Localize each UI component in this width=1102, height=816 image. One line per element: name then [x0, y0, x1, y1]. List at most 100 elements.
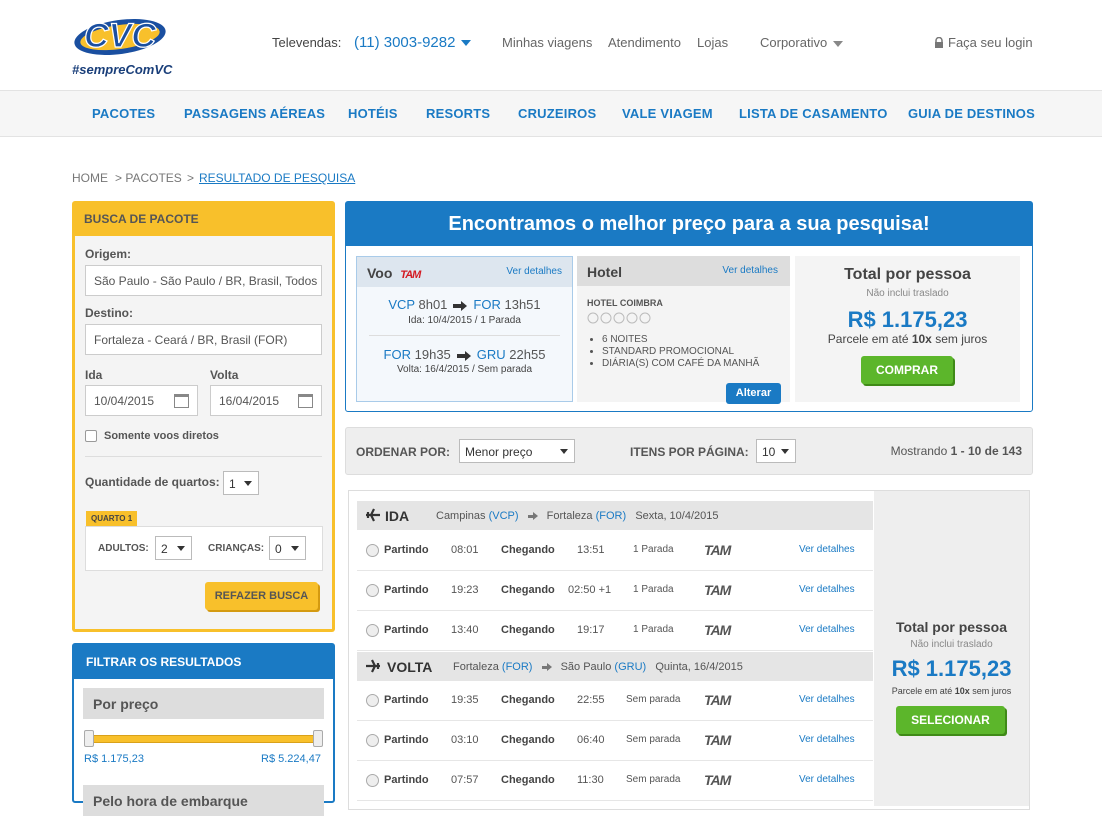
login-link[interactable]: Faça seu login	[934, 35, 1033, 50]
volta-to-code: (GRU)	[614, 661, 647, 673]
flight-row[interactable]: Partindo 03:10 Chegando 06:40 Sem parada…	[357, 721, 873, 761]
return-leg: FOR 19h35 GRU 22h55	[357, 347, 572, 362]
flight-radio[interactable]	[366, 544, 379, 557]
breadcrumb-separator: >	[187, 171, 195, 185]
nav-hoteis[interactable]: HOTÉIS	[348, 106, 398, 121]
search-form: Origem: São Paulo - São Paulo / BR, Bras…	[75, 236, 332, 629]
price-max-handle[interactable]	[313, 730, 323, 747]
direct-flights-checkbox[interactable]	[85, 430, 97, 442]
flight-row[interactable]: Partindo 08:01 Chegando 13:51 1 Parada T…	[357, 531, 873, 571]
flight-row[interactable]: Partindo 13:40 Chegando 19:17 1 Parada T…	[357, 611, 873, 651]
items-per-page-select[interactable]: 10	[756, 439, 796, 463]
calendar-icon[interactable]	[174, 394, 189, 408]
price-min-handle[interactable]	[84, 730, 94, 747]
flight-radio[interactable]	[366, 584, 379, 597]
dep-time: 03:10	[451, 734, 479, 746]
ida-to-code: (FOR)	[595, 510, 627, 522]
volta-label: VOLTA	[387, 659, 433, 675]
chegando-label: Chegando	[501, 694, 555, 706]
lock-icon	[935, 36, 943, 48]
origin-input[interactable]: São Paulo - São Paulo / BR, Brasil, Todo…	[85, 265, 322, 296]
flight-row[interactable]: Partindo 19:23 Chegando 02:50 +1 1 Parad…	[357, 571, 873, 611]
link-minhas-viagens[interactable]: Minhas viagens	[502, 35, 592, 50]
ida-date: Sexta, 10/4/2015	[635, 510, 719, 522]
installments-count: 10x	[911, 332, 932, 346]
details-link[interactable]: Ver detalhes	[799, 584, 855, 595]
flight-radio[interactable]	[366, 624, 379, 637]
link-lojas[interactable]: Lojas	[697, 35, 728, 50]
flight-row[interactable]: Partindo 19:35 Chegando 22:55 Sem parada…	[357, 681, 873, 721]
rating-icon	[587, 312, 651, 324]
volta-to: São Paulo	[560, 661, 612, 673]
flight-radio[interactable]	[366, 694, 379, 707]
details-link[interactable]: Ver detalhes	[799, 544, 855, 555]
adults-select[interactable]: 2	[155, 536, 192, 560]
arr-time: 11:30	[577, 774, 604, 786]
breadcrumb-home[interactable]: HOME	[72, 171, 108, 185]
flight-details-link[interactable]: Ver detalhes	[506, 266, 562, 277]
children-label: CRIANÇAS:	[208, 543, 265, 554]
ida-route: Campinas (VCP) Fortaleza (FOR) Sexta, 10…	[436, 510, 719, 522]
hotel-name: HOTEL COIMBRA	[587, 298, 663, 308]
boarding-time-filter-header[interactable]: Pelo hora de embarque	[83, 785, 324, 816]
link-atendimento[interactable]: Atendimento	[608, 35, 681, 50]
corporativo-dropdown[interactable]: Corporativo	[760, 35, 844, 50]
ida-from-code: (VCP)	[488, 510, 519, 522]
nav-cruzeiros[interactable]: CRUZEIROS	[518, 106, 596, 121]
return-info: Volta: 16/4/2015 / Sem parada	[396, 364, 533, 375]
volta-date-input[interactable]: 16/04/2015	[210, 385, 322, 416]
tam-logo: TAM	[704, 582, 731, 598]
breadcrumb-pacotes[interactable]: > PACOTES	[115, 171, 182, 185]
breadcrumb-current: RESULTADO DE PESQUISA	[199, 171, 356, 185]
nav-resorts[interactable]: RESORTS	[426, 106, 490, 121]
details-link[interactable]: Ver detalhes	[799, 734, 855, 745]
nav-pacotes[interactable]: PACOTES	[92, 106, 155, 121]
calendar-icon[interactable]	[298, 394, 313, 408]
nav-guia-destinos[interactable]: GUIA DE DESTINOS	[908, 106, 1035, 121]
details-link[interactable]: Ver detalhes	[799, 624, 855, 635]
refazer-busca-button[interactable]: REFAZER BUSCA	[205, 582, 318, 610]
volta-from-code: (FOR)	[501, 661, 533, 673]
details-link[interactable]: Ver detalhes	[799, 694, 855, 705]
price-min-value: R$ 1.175,23	[84, 753, 144, 765]
arr-time: 13:51	[577, 544, 605, 556]
ida-date-input[interactable]: 10/04/2015	[85, 385, 198, 416]
order-select[interactable]: Menor preço	[459, 439, 575, 463]
sort-bar: ORDENAR POR: Menor preço ITENS POR PÁGIN…	[345, 427, 1033, 475]
destination-input[interactable]: Fortaleza - Ceará / BR, Brasil (FOR)	[85, 324, 322, 355]
rooms-select[interactable]: 1	[223, 471, 259, 495]
installments-text: Parcele em até 10x sem juros	[795, 332, 1020, 346]
stops: 1 Parada	[633, 584, 674, 595]
volta-date-value: 16/04/2015	[219, 394, 280, 408]
hotel-summary-box: Hotel Ver detalhes HOTEL COIMBRA 6 NOITE…	[577, 256, 790, 404]
result-price: R$ 1.175,23	[891, 656, 1012, 681]
chegando-label: Chegando	[501, 544, 555, 556]
flight-radio[interactable]	[366, 774, 379, 787]
details-link[interactable]: Ver detalhes	[799, 774, 855, 785]
installments-suffix: sem juros	[969, 686, 1012, 696]
nav-vale-viagem[interactable]: VALE VIAGEM	[622, 106, 713, 121]
svg-text:CVC: CVC	[84, 17, 156, 55]
children-select[interactable]: 0	[269, 536, 306, 560]
partindo-label: Partindo	[384, 774, 429, 786]
ida-section-header: IDA Campinas (VCP) Fortaleza (FOR) Sexta…	[357, 501, 873, 530]
cvc-logo[interactable]: CVC #sempreComVC	[70, 10, 172, 80]
comprar-button[interactable]: COMPRAR	[861, 356, 953, 384]
results-count: Mostrando 1 - 10 de 143	[891, 444, 1022, 458]
no-transfer-note: Não inclui traslado	[866, 288, 949, 299]
phone-dropdown[interactable]: (11) 3003-9282	[354, 34, 472, 51]
nav-lista-casamento[interactable]: LISTA DE CASAMENTO	[739, 106, 888, 121]
best-price-panel: Encontramos o melhor preço para a sua pe…	[345, 201, 1033, 412]
hotel-details-link[interactable]: Ver detalhes	[722, 265, 778, 276]
partindo-label: Partindo	[384, 544, 429, 556]
search-title: BUSCA DE PACOTE	[84, 212, 199, 226]
total-price: R$ 1.175,23	[847, 307, 968, 332]
volta-route: Fortaleza (FOR) São Paulo (GRU) Quinta, …	[453, 661, 743, 673]
nav-passagens[interactable]: PASSAGENS AÉREAS	[184, 106, 325, 121]
flight-row[interactable]: Partindo 07:57 Chegando 11:30 Sem parada…	[357, 761, 873, 801]
flight-radio[interactable]	[366, 734, 379, 747]
price-filter-header[interactable]: Por preço	[83, 688, 324, 719]
selecionar-button[interactable]: SELECIONAR	[896, 706, 1005, 734]
alterar-button[interactable]: Alterar	[726, 383, 781, 404]
search-panel: BUSCA DE PACOTE Origem: São Paulo - São …	[72, 201, 335, 632]
